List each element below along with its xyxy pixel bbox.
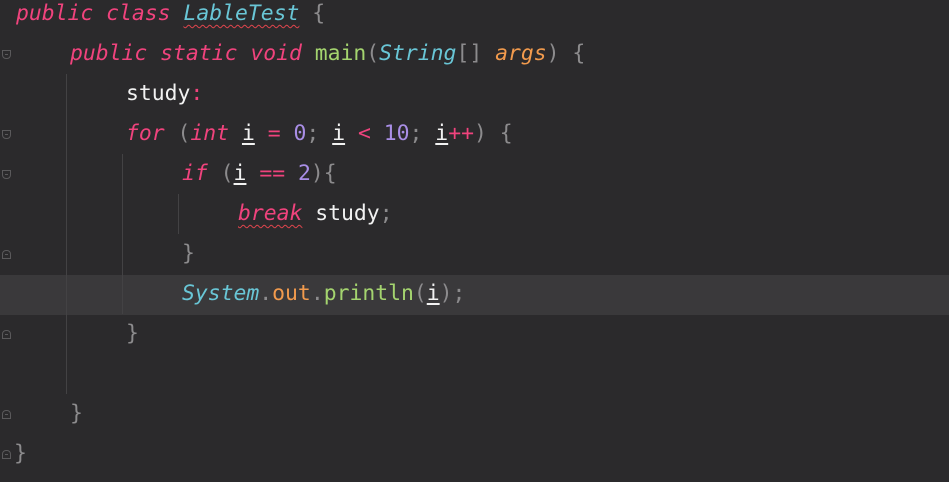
array-brackets: [] <box>456 41 483 66</box>
keyword-int: int <box>190 121 230 146</box>
keyword-if: if <box>182 161 208 186</box>
code-editor[interactable]: public class LableTest { public static v… <box>0 0 949 482</box>
keyword-void: void <box>250 41 302 66</box>
indent-guide <box>122 154 123 314</box>
equals-operator: == <box>259 161 286 186</box>
code-line-5[interactable]: if (i == 2){ <box>182 154 337 194</box>
keyword-for: for <box>126 121 165 146</box>
semicolon: ; <box>409 121 423 146</box>
paren-close: ) <box>310 161 324 186</box>
semicolon: ; <box>306 121 320 146</box>
method-println[interactable]: println <box>324 281 414 306</box>
dot: . <box>259 281 273 306</box>
fold-marker-icon[interactable] <box>2 170 11 179</box>
keyword-static: static <box>160 41 238 66</box>
field-out[interactable]: out <box>272 281 311 306</box>
type-name[interactable]: String <box>379 41 456 66</box>
code-line-7[interactable]: } <box>182 234 195 274</box>
increment-operator: ++ <box>448 121 474 146</box>
close-brace: } <box>70 401 83 426</box>
variable-i[interactable]: i <box>435 121 448 146</box>
code-line-8[interactable]: System.out.println(i); <box>182 274 465 314</box>
variable-i[interactable]: i <box>242 121 255 146</box>
close-brace: } <box>14 441 27 466</box>
keyword-public: public <box>16 1 94 26</box>
param-name[interactable]: args <box>495 41 547 66</box>
gutter[interactable] <box>0 0 14 482</box>
dot: . <box>310 281 324 306</box>
open-brace: { <box>312 1 326 26</box>
code-line-6[interactable]: break study; <box>238 194 393 234</box>
code-line-2[interactable]: public static void main(String[] args) { <box>70 34 585 74</box>
code-line-3[interactable]: study: <box>126 74 203 114</box>
current-line-highlight <box>0 275 949 315</box>
open-brace: { <box>572 41 586 66</box>
code-line-9[interactable]: } <box>126 314 139 354</box>
keyword-public: public <box>70 41 148 66</box>
indent-guide <box>66 74 67 394</box>
class-name[interactable]: LableTest <box>183 1 299 26</box>
colon: : <box>190 81 204 106</box>
number-literal: 10 <box>383 121 410 146</box>
code-line-12[interactable]: } <box>14 434 27 474</box>
open-brace: { <box>323 161 337 186</box>
label-name[interactable]: study <box>126 81 190 106</box>
open-brace: { <box>499 121 513 146</box>
label-reference[interactable]: study <box>315 201 379 226</box>
variable-i[interactable]: i <box>427 281 440 306</box>
keyword-class: class <box>106 1 171 26</box>
fold-marker-icon[interactable] <box>2 410 11 419</box>
assign-operator: = <box>267 121 281 146</box>
paren-close: ) <box>546 41 560 66</box>
variable-i[interactable]: i <box>234 161 247 186</box>
keyword-break[interactable]: break <box>238 201 302 226</box>
paren-open: ( <box>366 41 380 66</box>
paren-open: ( <box>413 281 427 306</box>
paren-close: ) <box>473 121 487 146</box>
paren-open: ( <box>177 121 191 146</box>
method-name[interactable]: main <box>315 41 367 66</box>
close-brace: } <box>182 241 195 266</box>
less-than-operator: < <box>357 121 371 146</box>
fold-marker-icon[interactable] <box>2 130 11 139</box>
fold-marker-icon[interactable] <box>2 50 11 59</box>
close-brace: } <box>126 321 139 346</box>
class-system[interactable]: System <box>182 281 259 306</box>
paren-close: ) <box>439 281 453 306</box>
semicolon: ; <box>379 201 393 226</box>
code-line-4[interactable]: for (int i = 0; i < 10; i++) { <box>126 114 513 154</box>
variable-i[interactable]: i <box>332 121 345 146</box>
indent-guide <box>178 194 179 234</box>
number-literal: 0 <box>293 121 307 146</box>
code-line-1[interactable]: public class LableTest { <box>16 0 325 34</box>
fold-marker-icon[interactable] <box>2 450 11 459</box>
semicolon: ; <box>452 281 466 306</box>
paren-open: ( <box>220 161 234 186</box>
number-literal: 2 <box>297 161 311 186</box>
code-line-11[interactable]: } <box>70 394 83 434</box>
fold-marker-icon[interactable] <box>2 330 11 339</box>
fold-marker-icon[interactable] <box>2 250 11 259</box>
